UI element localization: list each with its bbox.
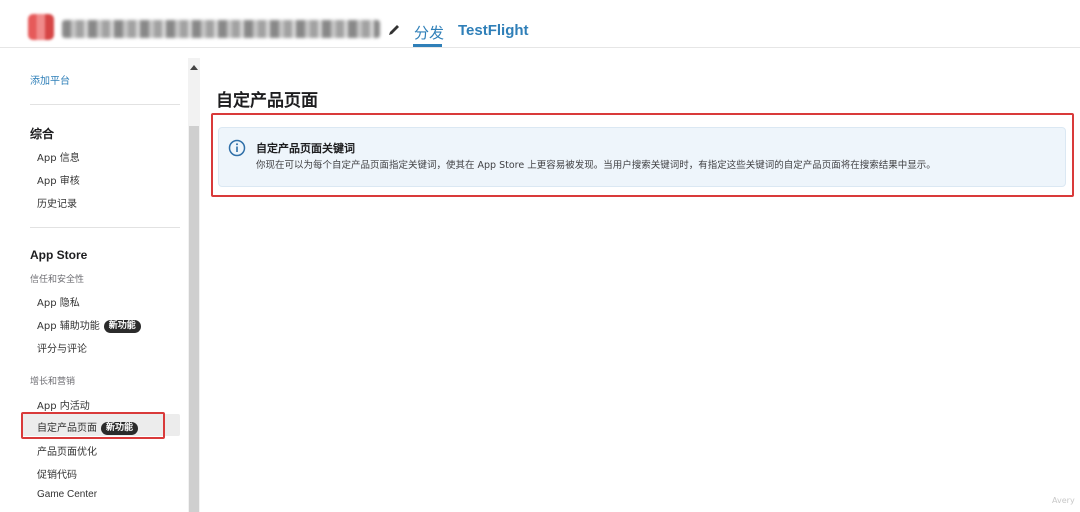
scroll-up-arrow-icon[interactable] [190, 65, 198, 70]
watermark: Avery [1052, 496, 1075, 505]
app-name-redacted [62, 20, 380, 38]
sidebar-subheading-trust-safety: 信任和安全性 [30, 275, 85, 285]
annotation-highlight-box [211, 113, 1074, 197]
active-tab-indicator [413, 44, 442, 47]
app-icon[interactable] [28, 14, 54, 40]
sidebar-item-label: App 辅助功能 [37, 321, 100, 332]
sidebar-scrollbar-thumb[interactable] [189, 126, 199, 512]
edit-pencil-icon[interactable] [386, 22, 402, 38]
sidebar-item-app-accessibility[interactable]: App 辅助功能 新功能 [37, 317, 141, 333]
page-title: 自定产品页面 [216, 91, 318, 111]
new-feature-badge: 新功能 [103, 319, 141, 333]
sidebar-item-promo-codes[interactable]: 促销代码 [37, 466, 77, 481]
sidebar-heading-app-store: App Store [30, 248, 88, 262]
sidebar-subheading-growth-marketing: 增长和营销 [30, 377, 76, 387]
sidebar-item-app-info[interactable]: App 信息 [37, 149, 80, 164]
sidebar-divider [30, 227, 180, 228]
sidebar-item-history[interactable]: 历史记录 [37, 195, 77, 210]
sidebar-item-app-review[interactable]: App 审核 [37, 172, 80, 187]
tab-testflight[interactable]: TestFlight [458, 22, 529, 39]
sidebar-item-game-center[interactable]: Game Center [37, 489, 97, 500]
sidebar-divider [30, 104, 180, 105]
sidebar-item-in-app-events[interactable]: App 内活动 [37, 397, 90, 412]
sidebar-heading-general: 综合 [30, 127, 55, 141]
sidebar-item-ratings-reviews[interactable]: 评分与评论 [37, 340, 87, 355]
tab-distribution[interactable]: 分发 [414, 22, 444, 43]
sidebar-item-product-page-optimization[interactable]: 产品页面优化 [37, 443, 97, 458]
add-platform-link[interactable]: 添加平台 [30, 72, 70, 87]
annotation-highlight-box [21, 412, 165, 439]
sidebar-item-app-privacy[interactable]: App 隐私 [37, 294, 80, 309]
top-bar: 分发 TestFlight [0, 0, 1080, 48]
